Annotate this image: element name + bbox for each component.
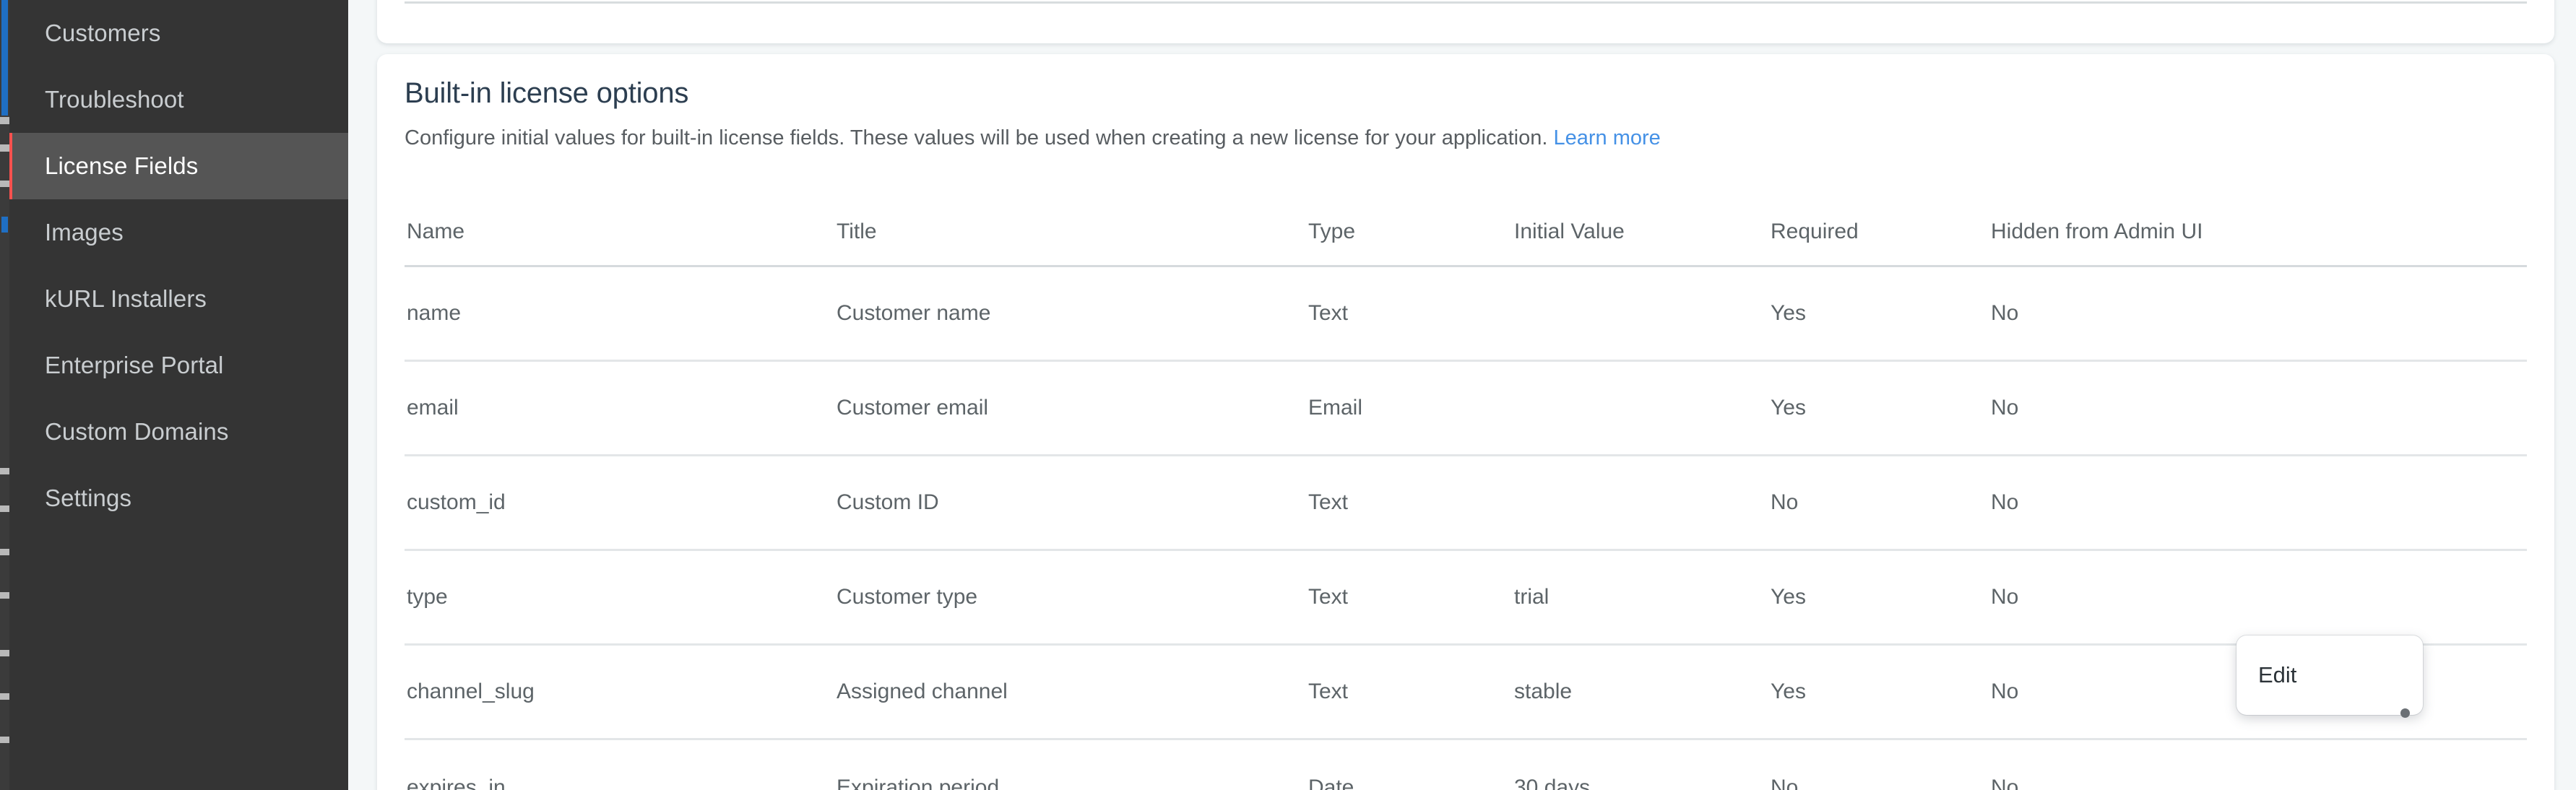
cell-name: name bbox=[407, 301, 462, 325]
column-header-type: Type bbox=[1308, 220, 1356, 243]
page-title: Built-in license options bbox=[405, 77, 689, 109]
previous-card-partial bbox=[377, 0, 2554, 43]
cell-required: Yes bbox=[1771, 301, 1806, 325]
row-context-menu[interactable]: Edit bbox=[2236, 635, 2423, 718]
sidebar-item-label: Troubleshoot bbox=[45, 86, 184, 113]
sidebar-item-images[interactable]: Images bbox=[0, 199, 348, 266]
cell-name: channel_slug bbox=[407, 680, 535, 703]
sidebar-item-enterprise-portal[interactable]: Enterprise Portal bbox=[0, 332, 348, 399]
cell-hidden: No bbox=[1991, 775, 2019, 790]
cell-required: Yes bbox=[1771, 680, 1806, 703]
edge-tick bbox=[0, 549, 9, 555]
column-header-hidden-from-admin-ui: Hidden from Admin UI bbox=[1991, 220, 2203, 243]
sidebar-item-label: Settings bbox=[45, 485, 132, 511]
cell-title: Customer name bbox=[837, 301, 991, 325]
edge-accent-strip-mid bbox=[1, 217, 8, 233]
card-divider bbox=[405, 1, 2527, 4]
cell-initial-value: stable bbox=[1514, 680, 1573, 703]
table-row[interactable]: name Customer name Text Yes No bbox=[405, 267, 2527, 362]
sidebar-item-custom-domains[interactable]: Custom Domains bbox=[0, 399, 348, 465]
cell-title: Assigned channel bbox=[837, 680, 1008, 703]
license-fields-table: Name Title Type Initial Value Required H… bbox=[405, 199, 2527, 790]
main-content: Built-in license options Configure initi… bbox=[348, 0, 2576, 790]
sidebar-item-kurl-installers[interactable]: kURL Installers bbox=[0, 266, 348, 332]
sidebar-item-customers[interactable]: Customers bbox=[0, 0, 348, 66]
sidebar-item-settings[interactable]: Settings bbox=[0, 465, 348, 531]
sidebar: Customers Troubleshoot License Fields Im… bbox=[0, 0, 348, 790]
cell-type: Text bbox=[1308, 490, 1349, 514]
cell-hidden: No bbox=[1991, 585, 2019, 609]
card-description: Configure initial values for built-in li… bbox=[405, 126, 1661, 150]
cell-hidden: No bbox=[1991, 301, 2019, 325]
sidebar-item-label: Images bbox=[45, 219, 124, 246]
built-in-license-options-card: Built-in license options Configure initi… bbox=[377, 54, 2554, 790]
cell-title: Customer email bbox=[837, 396, 989, 420]
card-description-text: Configure initial values for built-in li… bbox=[405, 126, 1548, 149]
cell-hidden: No bbox=[1991, 396, 2019, 420]
cell-title: Custom ID bbox=[837, 490, 939, 514]
learn-more-link[interactable]: Learn more bbox=[1554, 126, 1661, 149]
cell-actions bbox=[2497, 388, 2558, 429]
cell-required: No bbox=[1771, 775, 1799, 790]
cell-type: Date bbox=[1308, 775, 1354, 790]
table-row[interactable]: type Customer type Text trial Yes No bbox=[405, 551, 2527, 646]
sidebar-item-label: Customers bbox=[45, 19, 161, 46]
cell-type: Text bbox=[1308, 680, 1349, 703]
cell-type: Email bbox=[1308, 396, 1363, 420]
context-menu-item-edit[interactable]: Edit bbox=[2258, 662, 2296, 688]
sidebar-item-label: Custom Domains bbox=[45, 418, 229, 445]
left-edge-rail bbox=[0, 0, 9, 790]
app-root: Customers Troubleshoot License Fields Im… bbox=[0, 0, 2576, 790]
sidebar-item-license-fields[interactable]: License Fields bbox=[0, 133, 348, 199]
table-row[interactable]: channel_slug Assigned channel Text stabl… bbox=[405, 646, 2527, 740]
table-row[interactable]: custom_id Custom ID Text No No bbox=[405, 456, 2527, 551]
cell-title: Expiration period bbox=[837, 775, 1000, 790]
cell-title: Customer type bbox=[837, 585, 978, 609]
cell-required: Yes bbox=[1771, 396, 1806, 420]
cell-type: Text bbox=[1308, 301, 1349, 325]
column-header-name: Name bbox=[407, 220, 465, 243]
sidebar-item-label: Enterprise Portal bbox=[45, 352, 224, 378]
edge-tick bbox=[0, 117, 9, 124]
context-menu-anchor-dot bbox=[2400, 708, 2410, 718]
cell-name: custom_id bbox=[407, 490, 506, 514]
edge-tick bbox=[0, 468, 9, 474]
cell-name: type bbox=[407, 585, 448, 609]
cell-actions bbox=[2497, 482, 2558, 524]
cell-name: email bbox=[407, 396, 459, 420]
table-header-row: Name Title Type Initial Value Required H… bbox=[405, 199, 2527, 267]
column-header-required: Required bbox=[1771, 220, 1859, 243]
cell-actions bbox=[2497, 672, 2558, 713]
cell-hidden: No bbox=[1991, 490, 2019, 514]
edge-tick bbox=[0, 181, 9, 187]
edge-tick bbox=[0, 505, 9, 512]
edge-tick bbox=[0, 737, 9, 743]
cell-type: Text bbox=[1308, 585, 1349, 609]
table-row[interactable]: email Customer email Email Yes No bbox=[405, 362, 2527, 456]
edge-accent-strip-top bbox=[1, 0, 8, 116]
edge-tick bbox=[0, 650, 9, 656]
cell-actions bbox=[2497, 767, 2558, 790]
edge-tick bbox=[0, 592, 9, 599]
sidebar-item-label: License Fields bbox=[45, 152, 199, 179]
table-row[interactable]: expires_in Expiration period Date 30 day… bbox=[405, 740, 2527, 790]
cell-actions bbox=[2497, 293, 2558, 334]
cell-required: No bbox=[1771, 490, 1799, 514]
column-header-title: Title bbox=[837, 220, 877, 243]
cell-initial-value: trial bbox=[1514, 585, 1550, 609]
sidebar-item-troubleshoot[interactable]: Troubleshoot bbox=[0, 66, 348, 133]
column-header-initial-value: Initial Value bbox=[1514, 220, 1625, 243]
edge-tick bbox=[0, 144, 9, 152]
cell-actions bbox=[2497, 577, 2558, 618]
edge-tick bbox=[0, 693, 9, 700]
sidebar-item-label: kURL Installers bbox=[45, 285, 207, 312]
cell-name: expires_in bbox=[407, 775, 506, 790]
cell-initial-value: 30 days bbox=[1514, 775, 1591, 790]
cell-required: Yes bbox=[1771, 585, 1806, 609]
